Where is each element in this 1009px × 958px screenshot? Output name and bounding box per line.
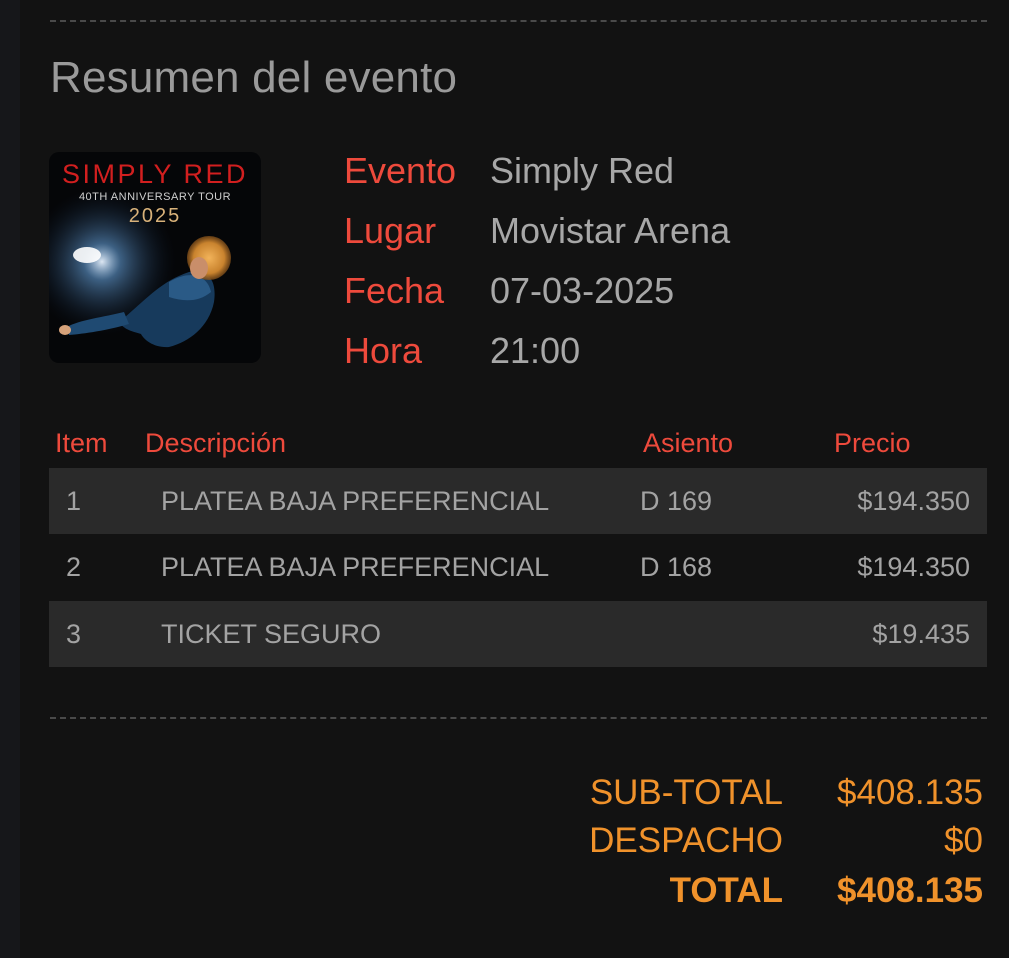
row-description: TICKET SEGURO [161,619,382,649]
date-label: Fecha [344,270,445,311]
event-poster-image: SIMPLY RED 40TH ANNIVERSARY TOUR 2025 [49,152,261,363]
total-value: $408.135 [837,871,983,910]
shipping-value: $0 [944,821,983,860]
header-description: Descripción [145,428,287,458]
row-seat: D 168 [640,552,713,582]
totals-divider [50,717,987,719]
summary-title: Resumen del evento [50,53,458,102]
subtotal-value: $408.135 [837,773,983,812]
row-price: $19.435 [872,619,970,649]
header-price: Precio [834,428,911,458]
event-value: Simply Red [490,150,675,191]
row-seat: D 169 [640,486,713,516]
row-item: 3 [66,619,82,649]
total-label: TOTAL [669,871,783,910]
table-row: 3 TICKET SEGURO $19.435 [49,601,987,667]
date-value: 07-03-2025 [490,270,675,311]
time-value: 21:00 [490,330,581,371]
subtotal-label: SUB-TOTAL [589,773,783,812]
poster-tour-text: 40TH ANNIVERSARY TOUR [78,191,232,203]
row-price: $194.350 [857,486,970,516]
venue-label: Lugar [344,210,437,251]
header-seat: Asiento [643,428,734,458]
event-label: Evento [344,150,457,191]
poster-band-text: SIMPLY RED [61,159,249,189]
row-item: 1 [66,486,82,516]
row-price: $194.350 [857,552,970,582]
row-description: PLATEA BAJA PREFERENCIAL [161,486,550,516]
top-divider [50,20,987,22]
row-item: 2 [66,552,82,582]
venue-value: Movistar Arena [490,210,731,251]
row-description: PLATEA BAJA PREFERENCIAL [161,552,550,582]
table-row: 2 PLATEA BAJA PREFERENCIAL D 168 $194.35… [49,534,987,600]
poster-year-text: 2025 [128,205,182,227]
shipping-label: DESPACHO [589,821,783,860]
header-item: Item [55,428,108,458]
time-label: Hora [344,330,423,371]
table-row: 1 PLATEA BAJA PREFERENCIAL D 169 $194.35… [49,468,987,534]
